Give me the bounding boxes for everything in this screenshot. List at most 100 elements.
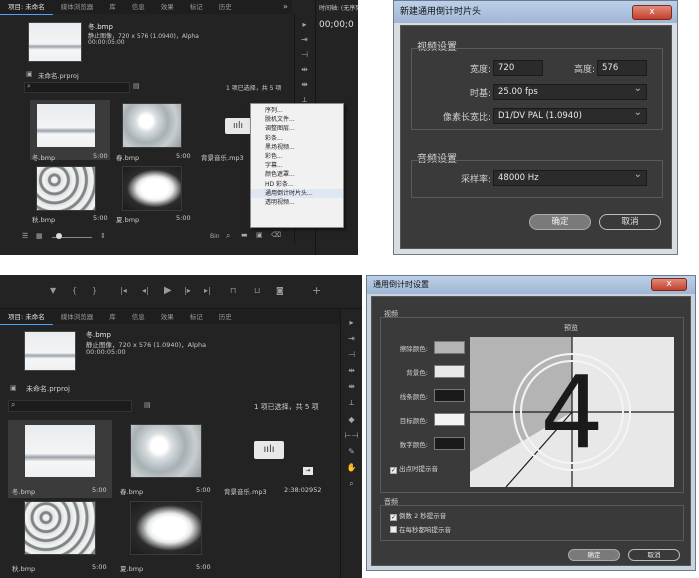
tab-info[interactable]: 信息	[124, 0, 153, 14]
rolling-edit-icon-2[interactable]: ⇹	[341, 366, 362, 375]
tab-markers[interactable]: 标记	[182, 0, 211, 14]
thumb-autumn-2[interactable]	[24, 501, 96, 555]
camera-icon[interactable]: ◙	[276, 286, 284, 295]
mark-in-icon[interactable]: {	[72, 286, 77, 295]
add-button-icon[interactable]: +	[312, 284, 321, 297]
icon-view-icon[interactable]: ▦	[36, 232, 43, 240]
countdown-settings-close-button[interactable]: x	[651, 278, 687, 291]
countdown-ok-button[interactable]: 确定	[568, 549, 620, 561]
search-input-2[interactable]	[8, 400, 132, 412]
countdown-cancel-button[interactable]: 取消	[628, 549, 680, 561]
overwrite-icon[interactable]: ⊔	[254, 286, 260, 295]
tab-info-2[interactable]: 信息	[124, 310, 153, 324]
step-back-icon[interactable]: ◂|	[142, 286, 149, 295]
menu-item-adjustment-layer[interactable]: 调整图层...	[251, 124, 343, 133]
thumb-summer[interactable]	[122, 166, 182, 211]
new-countdown-cancel-button[interactable]: 取消	[599, 214, 661, 230]
zoom-slider-knob[interactable]	[56, 233, 62, 239]
list-view-icon[interactable]: ☰	[22, 232, 28, 240]
track-select-icon[interactable]: ⇥	[295, 35, 314, 44]
thumb-autumn[interactable]	[36, 166, 96, 211]
menu-item-color[interactable]: 彩色...	[251, 152, 343, 161]
thumb-duration-autumn: 5:00	[93, 214, 108, 222]
search-input[interactable]	[24, 82, 130, 93]
tab-media-browser-2[interactable]: 媒体浏览器	[53, 310, 102, 324]
new-folder-icon[interactable]: ▬	[241, 231, 248, 239]
menu-item-bars-tone[interactable]: 彩条...	[251, 134, 343, 143]
play-icon[interactable]: ▶	[164, 285, 172, 296]
tab-library[interactable]: 库	[101, 0, 124, 14]
slide-icon[interactable]: ⊢⊣	[341, 431, 362, 440]
wipe-color-swatch[interactable]	[434, 341, 465, 354]
marker-icon[interactable]: ▼	[50, 286, 56, 295]
cue-at-out-checkbox[interactable]: ✓ 出点时提示音	[390, 463, 438, 474]
tab-markers-2[interactable]: 标记	[182, 310, 211, 324]
panel-overflow-icon[interactable]: »	[283, 2, 288, 11]
timeline-timecode[interactable]: 00;00;0	[319, 20, 354, 30]
insert-icon[interactable]: ⊓	[230, 286, 236, 295]
timeline-tab[interactable]: 时间轴: (无序列)	[319, 3, 358, 12]
step-forward-icon[interactable]: |▸	[184, 286, 191, 295]
menu-item-universal-countdown[interactable]: 通用倒计时片头...	[251, 188, 343, 199]
menu-item-black-video[interactable]: 黑场视频...	[251, 143, 343, 152]
find-icon[interactable]: ⌕	[226, 231, 230, 241]
track-select-icon-2[interactable]: ⇥	[341, 334, 362, 343]
tab-effects-2[interactable]: 效果	[153, 310, 182, 324]
pen-icon[interactable]: ✎	[341, 447, 362, 456]
tab-media-browser[interactable]: 媒体浏览器	[53, 0, 102, 14]
new-countdown-ok-button[interactable]: 确定	[529, 214, 591, 230]
cue-each-second-checkbox[interactable]: 在每秒都响提示音	[390, 524, 451, 534]
tab-project[interactable]: 项目: 未命名	[0, 0, 53, 15]
trash-icon[interactable]: ⌫	[271, 231, 281, 239]
go-to-out-icon[interactable]: ▸|	[204, 286, 211, 295]
menu-item-transparent-video[interactable]: 透明视频...	[251, 198, 343, 207]
zoom-icon[interactable]: ⌕	[341, 479, 362, 489]
hand-icon[interactable]: ✋	[341, 463, 362, 472]
menu-item-hd-bars[interactable]: HD 彩条...	[251, 180, 343, 189]
slip-icon-2[interactable]: ◆	[341, 415, 362, 424]
mark-out-icon[interactable]: }	[92, 286, 97, 295]
samplerate-select[interactable]: 48000 Hz	[493, 168, 647, 186]
thumb-spring[interactable]	[122, 103, 182, 148]
tab-library-2[interactable]: 库	[101, 310, 124, 324]
go-to-in-icon[interactable]: |◂	[120, 286, 127, 295]
selection-tool-icon-2[interactable]: ▸	[341, 318, 362, 327]
razor-icon-2[interactable]: ⟂	[341, 398, 362, 408]
selection-tool-icon[interactable]: ▸	[295, 20, 314, 29]
ripple-edit-icon-2[interactable]: ⊣	[341, 350, 362, 359]
audio-waveform-icon-2[interactable]: ıılı	[254, 441, 284, 459]
cue-each-second-label: 在每秒都响提示音	[399, 526, 451, 534]
timebase-select[interactable]: 25.00 fps	[493, 82, 647, 100]
tools-strip-2: ▸ ⇥ ⊣ ⇹ ⇼ ⟂ ◆ ⊢⊣ ✎ ✋ ⌕	[340, 310, 362, 578]
timebase-label: 时基:	[469, 89, 491, 99]
rate-stretch-icon-2[interactable]: ⇼	[341, 382, 362, 391]
menu-item-title[interactable]: 字幕...	[251, 161, 343, 170]
cue-2s-checkbox[interactable]: ✓ 倒数 2 秒提示音	[390, 510, 446, 521]
thumb-summer-2[interactable]	[130, 501, 202, 555]
thumb-winter-2[interactable]	[24, 424, 96, 478]
width-input[interactable]: 720	[493, 60, 543, 76]
ripple-edit-icon[interactable]: ⊣	[295, 50, 314, 59]
thumb-spring-2[interactable]	[130, 424, 202, 478]
menu-item-color-matte[interactable]: 颜色遮罩...	[251, 170, 343, 179]
tab-history-2[interactable]: 历史	[211, 310, 240, 324]
rate-stretch-icon[interactable]: ⇼	[295, 80, 314, 89]
new-bin-icon-2[interactable]: ▤	[144, 401, 151, 409]
height-input[interactable]: 576	[597, 60, 647, 76]
thumb-winter[interactable]	[36, 103, 96, 148]
number-color-swatch[interactable]	[434, 437, 465, 450]
background-color-swatch[interactable]	[434, 365, 465, 378]
par-select[interactable]: D1/DV PAL (1.0940)	[493, 106, 647, 124]
menu-item-offline-file[interactable]: 脱机文件...	[251, 115, 343, 124]
new-bin-icon[interactable]: ▤	[133, 82, 140, 90]
new-countdown-close-button[interactable]: x	[632, 5, 672, 20]
menu-item-sequence[interactable]: 序列...	[251, 106, 343, 115]
tab-project-2[interactable]: 项目: 未命名	[0, 310, 53, 325]
line-color-swatch[interactable]	[434, 389, 465, 402]
new-item-icon[interactable]: ▣	[256, 231, 263, 239]
tab-effects[interactable]: 效果	[153, 0, 182, 14]
rolling-edit-icon[interactable]: ⇹	[295, 65, 314, 74]
target-color-swatch[interactable]	[434, 413, 465, 426]
tab-history[interactable]: 历史	[211, 0, 240, 14]
sort-icon[interactable]: ⇕	[100, 232, 106, 240]
